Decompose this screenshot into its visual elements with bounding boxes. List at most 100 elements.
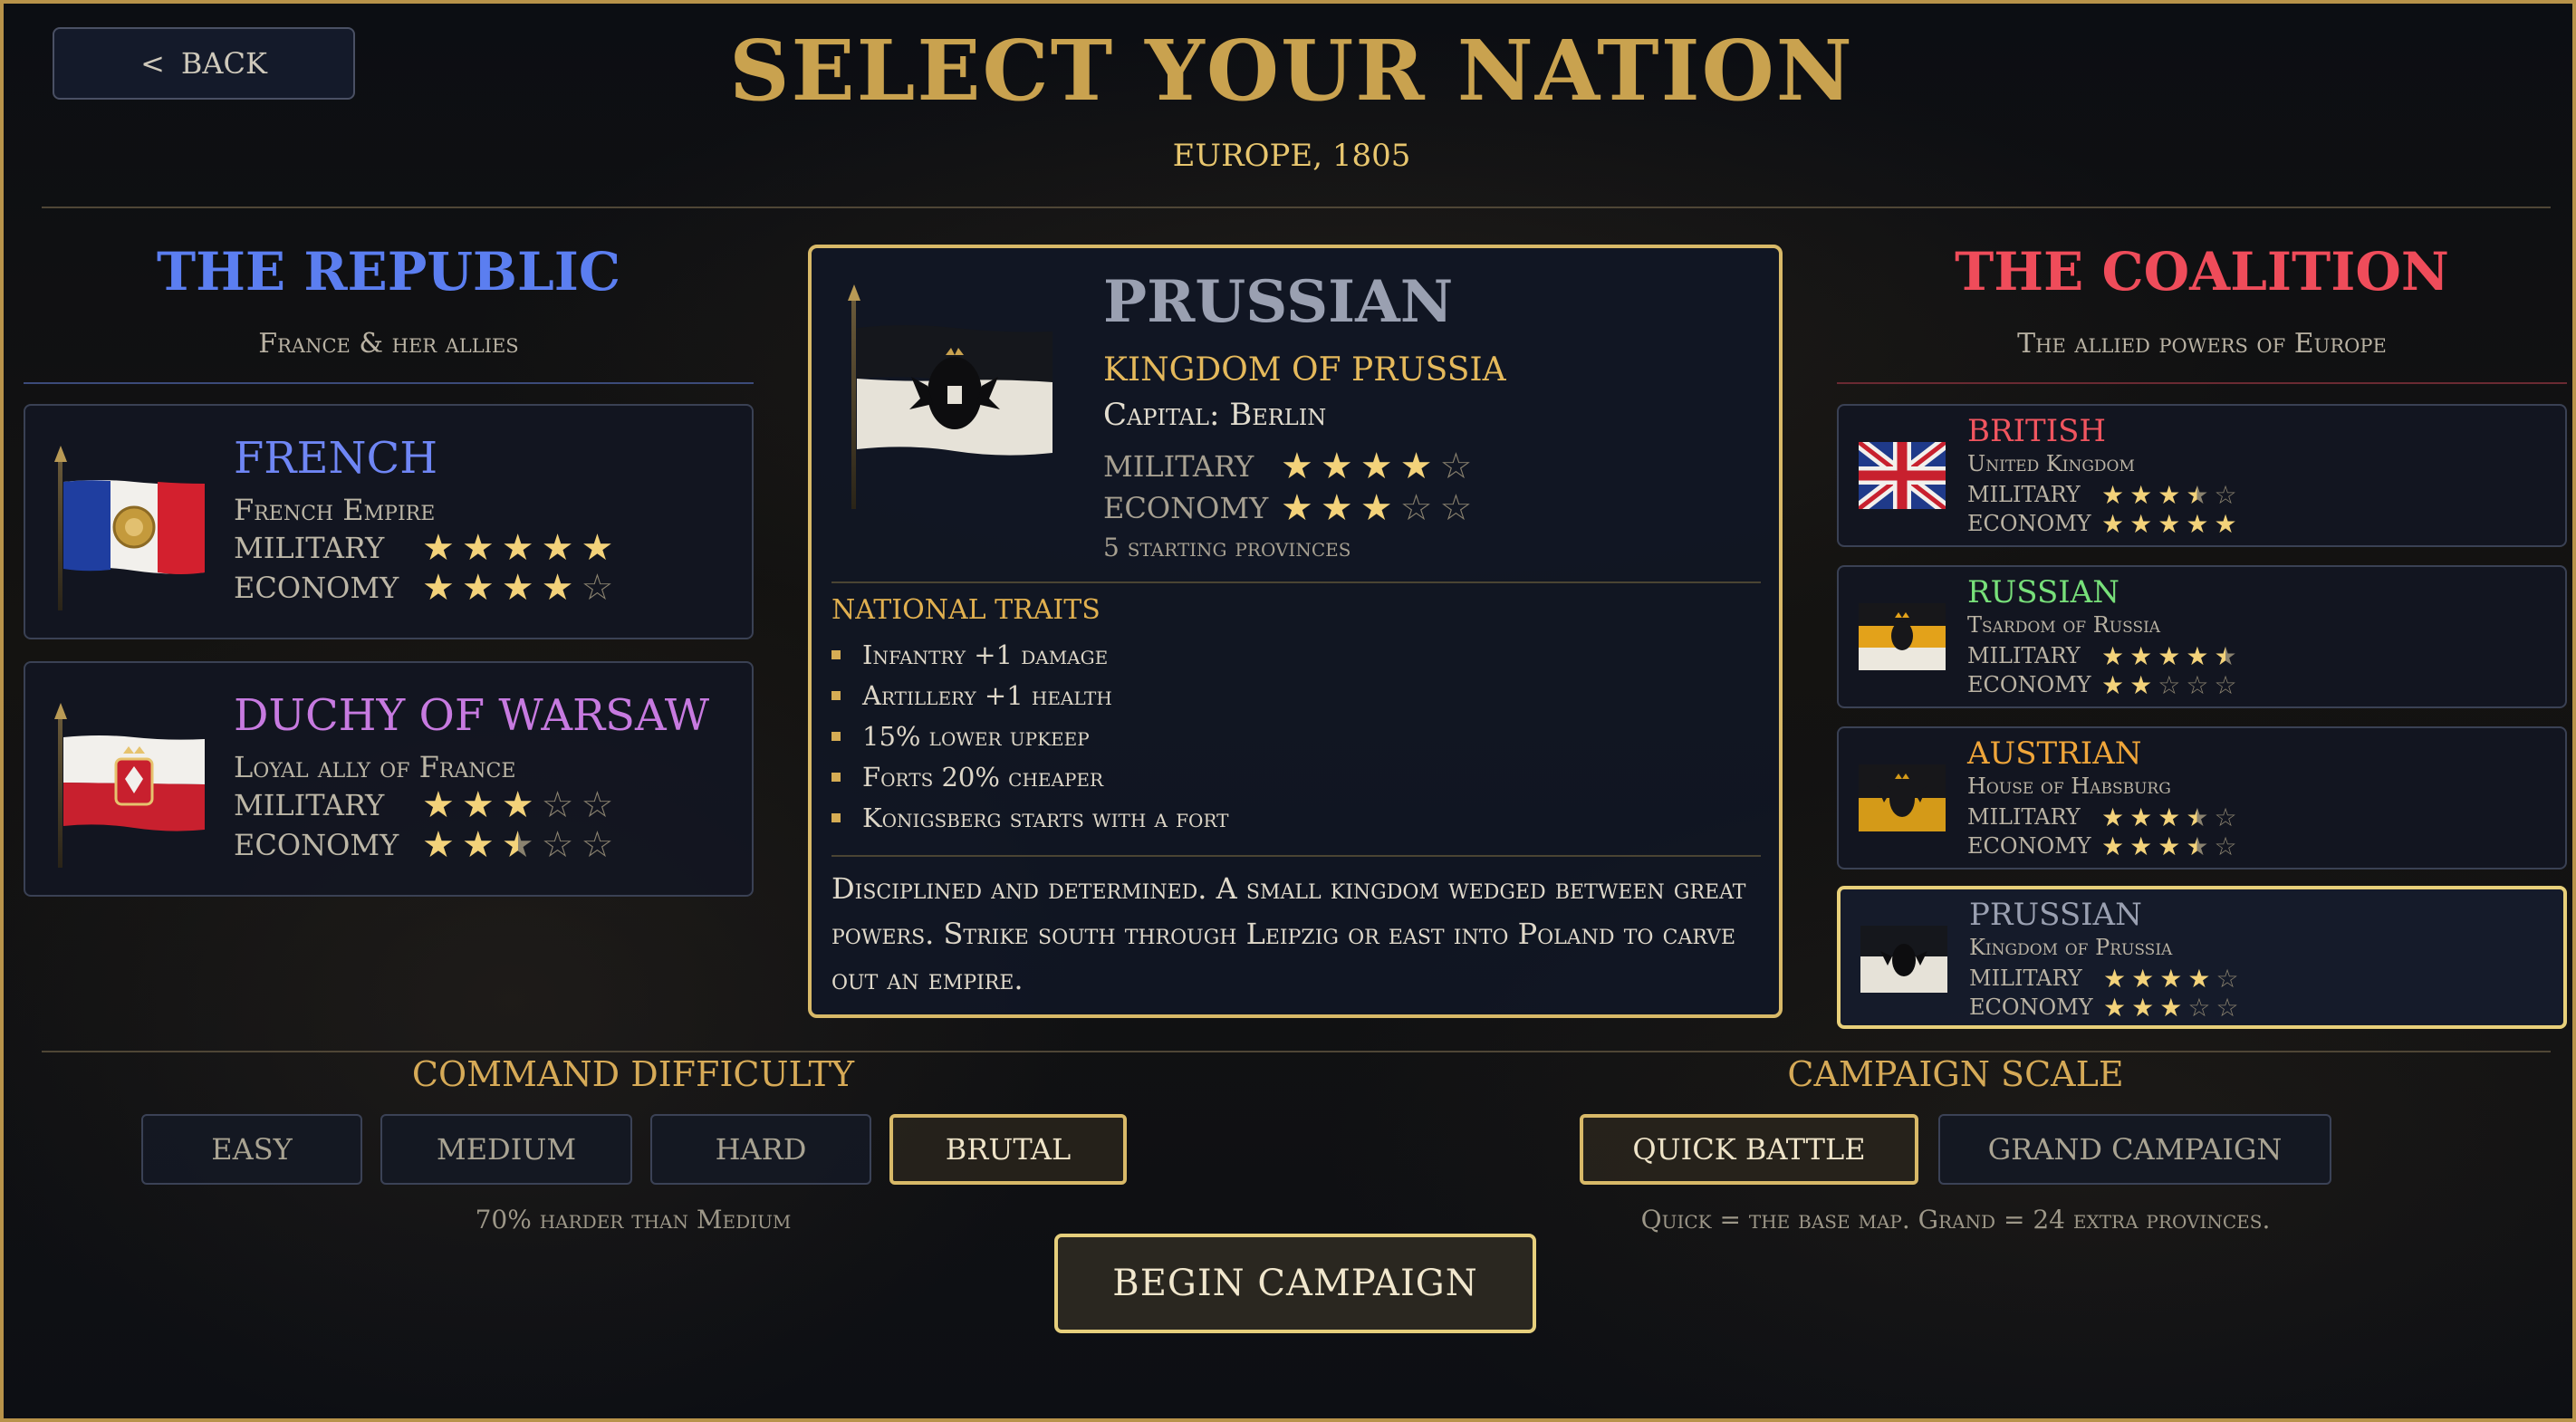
economy-stars: ★ ★ ★ ★ ☆ — [2101, 831, 2237, 861]
economy-stars: ★ ★ ★ ☆ ☆ — [422, 824, 613, 866]
star-icon: ★ — [2129, 802, 2153, 832]
bullet-icon — [831, 773, 841, 782]
military-label: MILITARY — [1967, 804, 2081, 830]
economy-stars: ★ ★ ★ ☆ ☆ — [2103, 993, 2239, 1023]
difficulty-medium-button[interactable]: MEDIUM — [380, 1114, 632, 1185]
economy-label: ECONOMY — [234, 571, 399, 605]
star-icon: ★ — [2214, 641, 2237, 671]
star-icon: ★ — [1360, 446, 1393, 487]
star-icon: ★ — [2101, 831, 2125, 861]
star-icon: ★ — [2129, 509, 2153, 539]
header-divider — [42, 207, 2551, 208]
star-icon: ★ — [2187, 964, 2211, 994]
nation-name: FRENCH — [234, 433, 438, 484]
military-stars: ★ ★ ★ ★ ☆ — [2101, 802, 2237, 832]
star-icon: ★ — [1281, 487, 1313, 529]
page-subtitle: EUROPE, 1805 — [1172, 138, 1411, 174]
detail-nation-name: PRUSSIAN — [1103, 268, 1454, 336]
trait-item: Konigsberg starts with a fort — [831, 802, 1229, 833]
star-icon: ★ — [2186, 802, 2209, 832]
economy-label: ECONOMY — [1967, 511, 2091, 536]
prussia-flag-icon — [857, 325, 1053, 456]
trait-text: Artillery +1 health — [862, 680, 1112, 711]
detail-divider — [831, 855, 1761, 857]
coalition-divider — [1837, 382, 2567, 384]
military-label: MILITARY — [1103, 449, 1254, 484]
star-icon: ★ — [2101, 480, 2125, 510]
nation-card-austrian[interactable]: AUSTRIAN House of Habsburg MILITARY ★ ★ ★ ★… — [1837, 726, 2567, 870]
military-stars: ★ ★ ★ ★ ★ — [2101, 641, 2237, 671]
finial — [54, 703, 67, 719]
star-icon: ★ — [461, 824, 495, 866]
star-icon: ☆ — [2186, 670, 2209, 700]
star-icon: ★ — [501, 824, 534, 866]
finial — [54, 446, 67, 462]
economy-label: ECONOMY — [1969, 994, 2093, 1020]
grand-campaign-button[interactable]: GRAND CAMPAIGN — [1938, 1114, 2331, 1185]
star-icon: ☆ — [1399, 487, 1433, 529]
quick-battle-button[interactable]: QUICK BATTLE — [1580, 1114, 1918, 1185]
military-label: MILITARY — [1967, 643, 2081, 668]
difficulty-easy-button[interactable]: EASY — [141, 1114, 362, 1185]
military-stars: ★ ★ ★ ★ ☆ — [2103, 964, 2239, 994]
begin-campaign-button[interactable]: BEGIN CAMPAIGN — [1054, 1234, 1536, 1333]
military-label: MILITARY — [234, 788, 385, 822]
warsaw-flag-icon — [63, 735, 205, 831]
coalition-subtitle: The allied powers of Europe — [2017, 328, 2387, 360]
bottom-divider — [42, 1051, 2551, 1052]
star-icon: ★ — [501, 527, 534, 569]
nation-description: Kingdom of Prussia — [1969, 935, 2173, 960]
economy-stars: ★ ★ ★ ★ ☆ — [422, 567, 613, 609]
trait-text: Infantry +1 damage — [862, 639, 1109, 670]
star-icon: ★ — [422, 567, 455, 609]
nation-description: United Kingdom — [1967, 451, 2135, 476]
detail-kingdom: KINGDOM OF PRUSSIA — [1103, 351, 1506, 389]
economy-label: ECONOMY — [1967, 833, 2091, 859]
nation-name: BRITISH — [1967, 413, 2107, 449]
nation-card-russian[interactable]: RUSSIAN Tsardom of Russia MILITARY ★ ★ ★ ★ ★… — [1837, 565, 2567, 708]
star-icon: ★ — [461, 527, 495, 569]
traits-title: NATIONAL TRAITS — [831, 594, 1101, 626]
nation-description: House of Habsburg — [1967, 773, 2171, 799]
difficulty-hard-button[interactable]: HARD — [650, 1114, 871, 1185]
star-icon: ★ — [2158, 509, 2181, 539]
star-icon: ★ — [2129, 480, 2153, 510]
star-icon: ☆ — [2158, 670, 2181, 700]
star-icon: ★ — [1360, 487, 1393, 529]
coalition-title: THE COALITION — [1955, 241, 2449, 303]
star-icon: ☆ — [1439, 487, 1473, 529]
economy-stars: ★ ★ ★ ★ ★ — [2101, 509, 2237, 539]
military-stars: ★ ★ ★ ★ ☆ — [2101, 480, 2237, 510]
star-icon: ★ — [2214, 509, 2237, 539]
nation-name: DUCHY OF WARSAW — [234, 690, 710, 741]
nation-card-prussian[interactable]: PRUSSIAN Kingdom of Prussia MILITARY ★ ★ ★… — [1837, 886, 2567, 1029]
star-icon: ★ — [461, 784, 495, 826]
trait-item: Forts 20% cheaper — [831, 762, 1103, 793]
military-stars: ★ ★ ★ ★ ☆ — [1281, 446, 1472, 487]
star-icon: ★ — [2101, 670, 2125, 700]
economy-label: ECONOMY — [1967, 672, 2091, 697]
trait-item: 15% lower upkeep — [831, 721, 1090, 752]
star-icon: ☆ — [2216, 993, 2239, 1023]
star-icon: ★ — [541, 567, 574, 609]
difficulty-brutal-button[interactable]: BRUTAL — [889, 1114, 1127, 1185]
military-stars: ★ ★ ★ ☆ ☆ — [422, 784, 613, 826]
nation-name: RUSSIAN — [1967, 574, 2119, 610]
bullet-icon — [831, 813, 841, 822]
nation-card-warsaw[interactable]: DUCHY OF WARSAW Loyal ally of France MIL… — [24, 661, 754, 897]
star-icon: ★ — [2158, 641, 2181, 671]
prussia-flag-icon — [1860, 926, 1947, 993]
star-icon: ★ — [1399, 446, 1433, 487]
star-icon: ☆ — [2214, 831, 2237, 861]
nation-card-french[interactable]: FRENCH French Empire MILITARY ★ ★ ★ ★ ★ ECON… — [24, 404, 754, 639]
star-icon: ★ — [2131, 964, 2155, 994]
nation-card-british[interactable]: BRITISH United Kingdom MILITARY ★ ★ ★ ★ ☆ EC… — [1837, 404, 2567, 547]
star-icon: ☆ — [541, 824, 574, 866]
star-icon: ★ — [2101, 641, 2125, 671]
nation-description: Tsardom of Russia — [1967, 612, 2161, 638]
star-icon: ★ — [2131, 993, 2155, 1023]
military-label: MILITARY — [234, 531, 385, 565]
star-icon: ★ — [2158, 802, 2181, 832]
military-label: MILITARY — [1967, 482, 2081, 507]
flagpole — [58, 714, 62, 868]
